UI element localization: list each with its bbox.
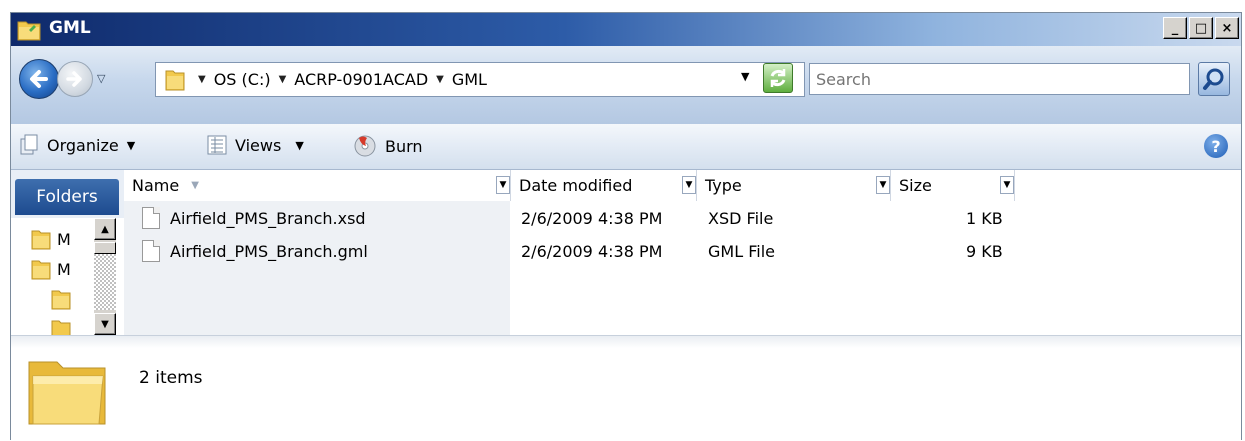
forward-button[interactable] (57, 61, 93, 97)
forward-arrow-icon (66, 71, 82, 87)
window-title: GML (49, 18, 91, 38)
folders-toggle[interactable]: Folders (15, 179, 119, 215)
file-icon (142, 207, 160, 229)
organize-button[interactable]: Organize ▼ (19, 134, 135, 156)
burn-label: Burn (385, 136, 423, 156)
tree-item[interactable]: M (31, 228, 71, 250)
burn-disc-icon (354, 135, 376, 157)
chevron-down-icon: ▼ (295, 138, 304, 152)
column-filter-dropdown[interactable]: ▼ (1000, 176, 1014, 194)
folder-icon (31, 260, 51, 280)
column-header-name[interactable]: Name ▼ (124, 170, 511, 201)
breadcrumb-arrow-icon[interactable]: ▼ (198, 74, 206, 85)
organize-label: Organize (47, 135, 119, 155)
close-button[interactable]: × (1215, 17, 1239, 39)
table-row[interactable]: Airfield_PMS_Branch.gml 2/6/2009 4:38 PM… (124, 240, 1224, 264)
views-button[interactable]: Views ▼ (207, 134, 304, 156)
organize-icon (20, 134, 38, 155)
column-header-size[interactable]: Size (891, 170, 1015, 201)
column-filter-dropdown[interactable]: ▼ (876, 176, 890, 194)
help-icon[interactable]: ? (1204, 134, 1228, 158)
breadcrumb: ▼ OS (C:) ▼ ACRP-0901ACAD ▼ GML (198, 70, 487, 89)
sort-arrow-icon: ▼ (191, 180, 199, 191)
close-glyph: × (1221, 20, 1233, 36)
navigation-pane: Folders M M ▲ ▼ (11, 170, 125, 335)
back-arrow-icon (30, 70, 48, 88)
table-row[interactable]: Airfield_PMS_Branch.xsd 2/6/2009 4:38 PM… (124, 207, 1224, 231)
file-type: XSD File (708, 209, 774, 228)
address-history-dropdown[interactable]: ▼ (741, 70, 749, 83)
file-date: 2/6/2009 4:38 PM (521, 242, 663, 261)
column-filter-dropdown[interactable]: ▼ (682, 176, 696, 194)
back-button[interactable] (19, 59, 59, 99)
column-name-label: Name (132, 176, 180, 195)
address-input[interactable]: ▼ OS (C:) ▼ ACRP-0901ACAD ▼ GML (155, 62, 805, 97)
title-bar[interactable]: GML _ □ × (11, 13, 1241, 46)
explorer-window: GML _ □ × ▽ ▼ OS (C:) ▼ ACRP-0901ACAD ▼ … (10, 12, 1242, 440)
folder-icon (31, 230, 51, 250)
file-size: 1 KB (966, 209, 1003, 228)
tree-item-label: M (57, 229, 71, 249)
column-type-label: Type (705, 176, 742, 195)
folders-header-label: Folders (36, 187, 98, 207)
breadcrumb-arrow-icon[interactable]: ▼ (279, 74, 287, 85)
search-input[interactable] (809, 63, 1190, 95)
folder-tree-scrollbar[interactable]: ▲ ▼ (94, 218, 116, 335)
refresh-icon (770, 69, 786, 87)
folder-icon (165, 70, 185, 91)
maximize-glyph: □ (1194, 20, 1208, 36)
folder-tree: M M ▲ ▼ (11, 218, 124, 335)
burn-button[interactable]: Burn (353, 134, 423, 158)
minimize-button[interactable]: _ (1163, 17, 1187, 39)
maximize-button[interactable]: □ (1189, 17, 1213, 39)
column-date-label: Date modified (519, 176, 633, 195)
command-bar: Organize ▼ Views ▼ Burn ? (11, 124, 1241, 170)
scroll-thumb[interactable] (94, 242, 116, 254)
address-bar: ▽ ▼ OS (C:) ▼ ACRP-0901ACAD ▼ GML ▼ (11, 46, 1241, 125)
file-icon (142, 240, 160, 262)
scroll-down-button[interactable]: ▼ (94, 313, 116, 335)
refresh-button[interactable] (763, 63, 793, 93)
file-name: Airfield_PMS_Branch.xsd (170, 209, 366, 228)
file-type: GML File (708, 242, 775, 261)
scroll-track[interactable] (94, 254, 116, 310)
folder-icon (17, 21, 41, 41)
column-header-date-modified[interactable]: Date modified (511, 170, 697, 201)
folder-icon[interactable] (51, 318, 71, 335)
large-folder-icon (28, 361, 106, 425)
breadcrumb-arrow-icon[interactable]: ▼ (436, 74, 444, 85)
column-header-type[interactable]: Type (697, 170, 891, 201)
item-count: 2 items (139, 368, 203, 388)
views-icon (207, 135, 227, 155)
breadcrumb-item-current[interactable]: GML (452, 70, 487, 89)
details-pane: 2 items (11, 335, 1241, 440)
tree-item-label: M (57, 259, 71, 279)
column-size-label: Size (899, 176, 932, 195)
views-label: Views (235, 135, 282, 155)
breadcrumb-item-drive[interactable]: OS (C:) (214, 70, 271, 89)
search-button[interactable] (1198, 62, 1230, 96)
file-size: 9 KB (966, 242, 1003, 261)
breadcrumb-item-folder[interactable]: ACRP-0901ACAD (294, 70, 428, 89)
column-filter-dropdown[interactable]: ▼ (496, 176, 510, 194)
window-controls: _ □ × (1163, 17, 1239, 39)
scroll-up-button[interactable]: ▲ (94, 218, 116, 240)
file-name: Airfield_PMS_Branch.gml (170, 242, 368, 261)
help-glyph: ? (1211, 136, 1221, 156)
folder-icon[interactable] (51, 288, 71, 310)
search-icon (1203, 68, 1224, 90)
column-headers: Name ▼ ▼ Date modified ▼ Type ▼ Size ▼ (124, 170, 1241, 202)
recent-pages-dropdown[interactable]: ▽ (97, 72, 105, 85)
chevron-down-icon: ▼ (126, 138, 136, 152)
tree-item[interactable]: M (31, 258, 71, 280)
minimize-glyph: _ (1171, 20, 1179, 36)
file-date: 2/6/2009 4:38 PM (521, 209, 663, 228)
